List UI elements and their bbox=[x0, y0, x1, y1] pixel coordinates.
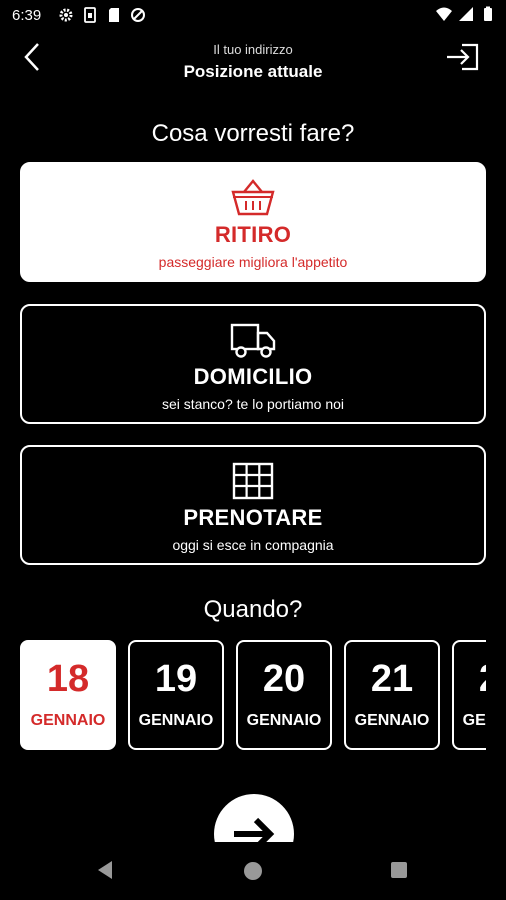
date-card[interactable]: 22 GENNAIO bbox=[452, 640, 486, 750]
nav-back-icon[interactable] bbox=[96, 860, 114, 880]
truck-icon bbox=[230, 323, 276, 358]
gear-icon bbox=[59, 8, 73, 22]
date-month: GENNAIO bbox=[138, 712, 214, 729]
status-time: 6:39 bbox=[12, 7, 42, 24]
option-description: oggi si esce in compagnia bbox=[172, 537, 334, 553]
page-title[interactable]: Posizione attuale bbox=[0, 62, 506, 82]
when-question: Quando? bbox=[203, 596, 303, 623]
option-description: sei stanco? te lo portiamo noi bbox=[161, 396, 345, 412]
date-month: GENNAIO bbox=[462, 712, 486, 729]
date-day: 20 bbox=[262, 658, 306, 700]
action-question: Cosa vorresti fare? bbox=[151, 120, 355, 147]
date-month: GENNAIO bbox=[30, 712, 106, 729]
option-prenotare[interactable]: PRENOTARE oggi si esce in compagnia bbox=[20, 445, 486, 565]
date-card[interactable]: 21 GENNAIO bbox=[344, 640, 440, 750]
logout-icon bbox=[447, 43, 479, 71]
date-day: 22 bbox=[454, 658, 486, 701]
sim-icon bbox=[84, 7, 96, 23]
dnd-icon bbox=[131, 8, 145, 22]
option-title: RITIRO bbox=[214, 222, 292, 247]
option-title: DOMICILIO bbox=[193, 364, 313, 389]
nav-recents-icon[interactable] bbox=[391, 862, 407, 878]
basket-icon bbox=[231, 179, 275, 216]
sd-card-icon bbox=[109, 8, 119, 22]
signal-icon bbox=[459, 7, 473, 21]
date-card[interactable]: 19 GENNAIO bbox=[128, 640, 224, 750]
date-month: GENNAIO bbox=[246, 712, 322, 729]
table-icon bbox=[232, 462, 274, 500]
date-month: GENNAIO bbox=[354, 712, 430, 729]
date-day: 21 bbox=[370, 658, 414, 700]
option-description: passeggiare migliora l'appetito bbox=[158, 254, 348, 270]
wifi-icon bbox=[436, 7, 452, 21]
system-nav-bar bbox=[0, 842, 506, 900]
option-title: PRENOTARE bbox=[183, 505, 323, 530]
date-picker[interactable]: 18 GENNAIO 19 GENNAIO 20 GENNAIO 21 GENN… bbox=[20, 640, 486, 750]
date-card[interactable]: 18 GENNAIO bbox=[20, 640, 116, 750]
date-card[interactable]: 20 GENNAIO bbox=[236, 640, 332, 750]
nav-home-icon[interactable] bbox=[244, 862, 262, 880]
header-subtitle: Il tuo indirizzo bbox=[213, 42, 293, 57]
status-bar: 6:39 bbox=[0, 0, 506, 32]
date-day: 19 bbox=[154, 658, 198, 700]
option-domicilio[interactable]: DOMICILIO sei stanco? te lo portiamo noi bbox=[20, 304, 486, 424]
date-day: 18 bbox=[46, 658, 90, 700]
battery-icon bbox=[484, 6, 492, 21]
option-ritiro[interactable]: RITIRO passeggiare migliora l'appetito bbox=[20, 162, 486, 282]
logout-button[interactable] bbox=[444, 42, 480, 72]
